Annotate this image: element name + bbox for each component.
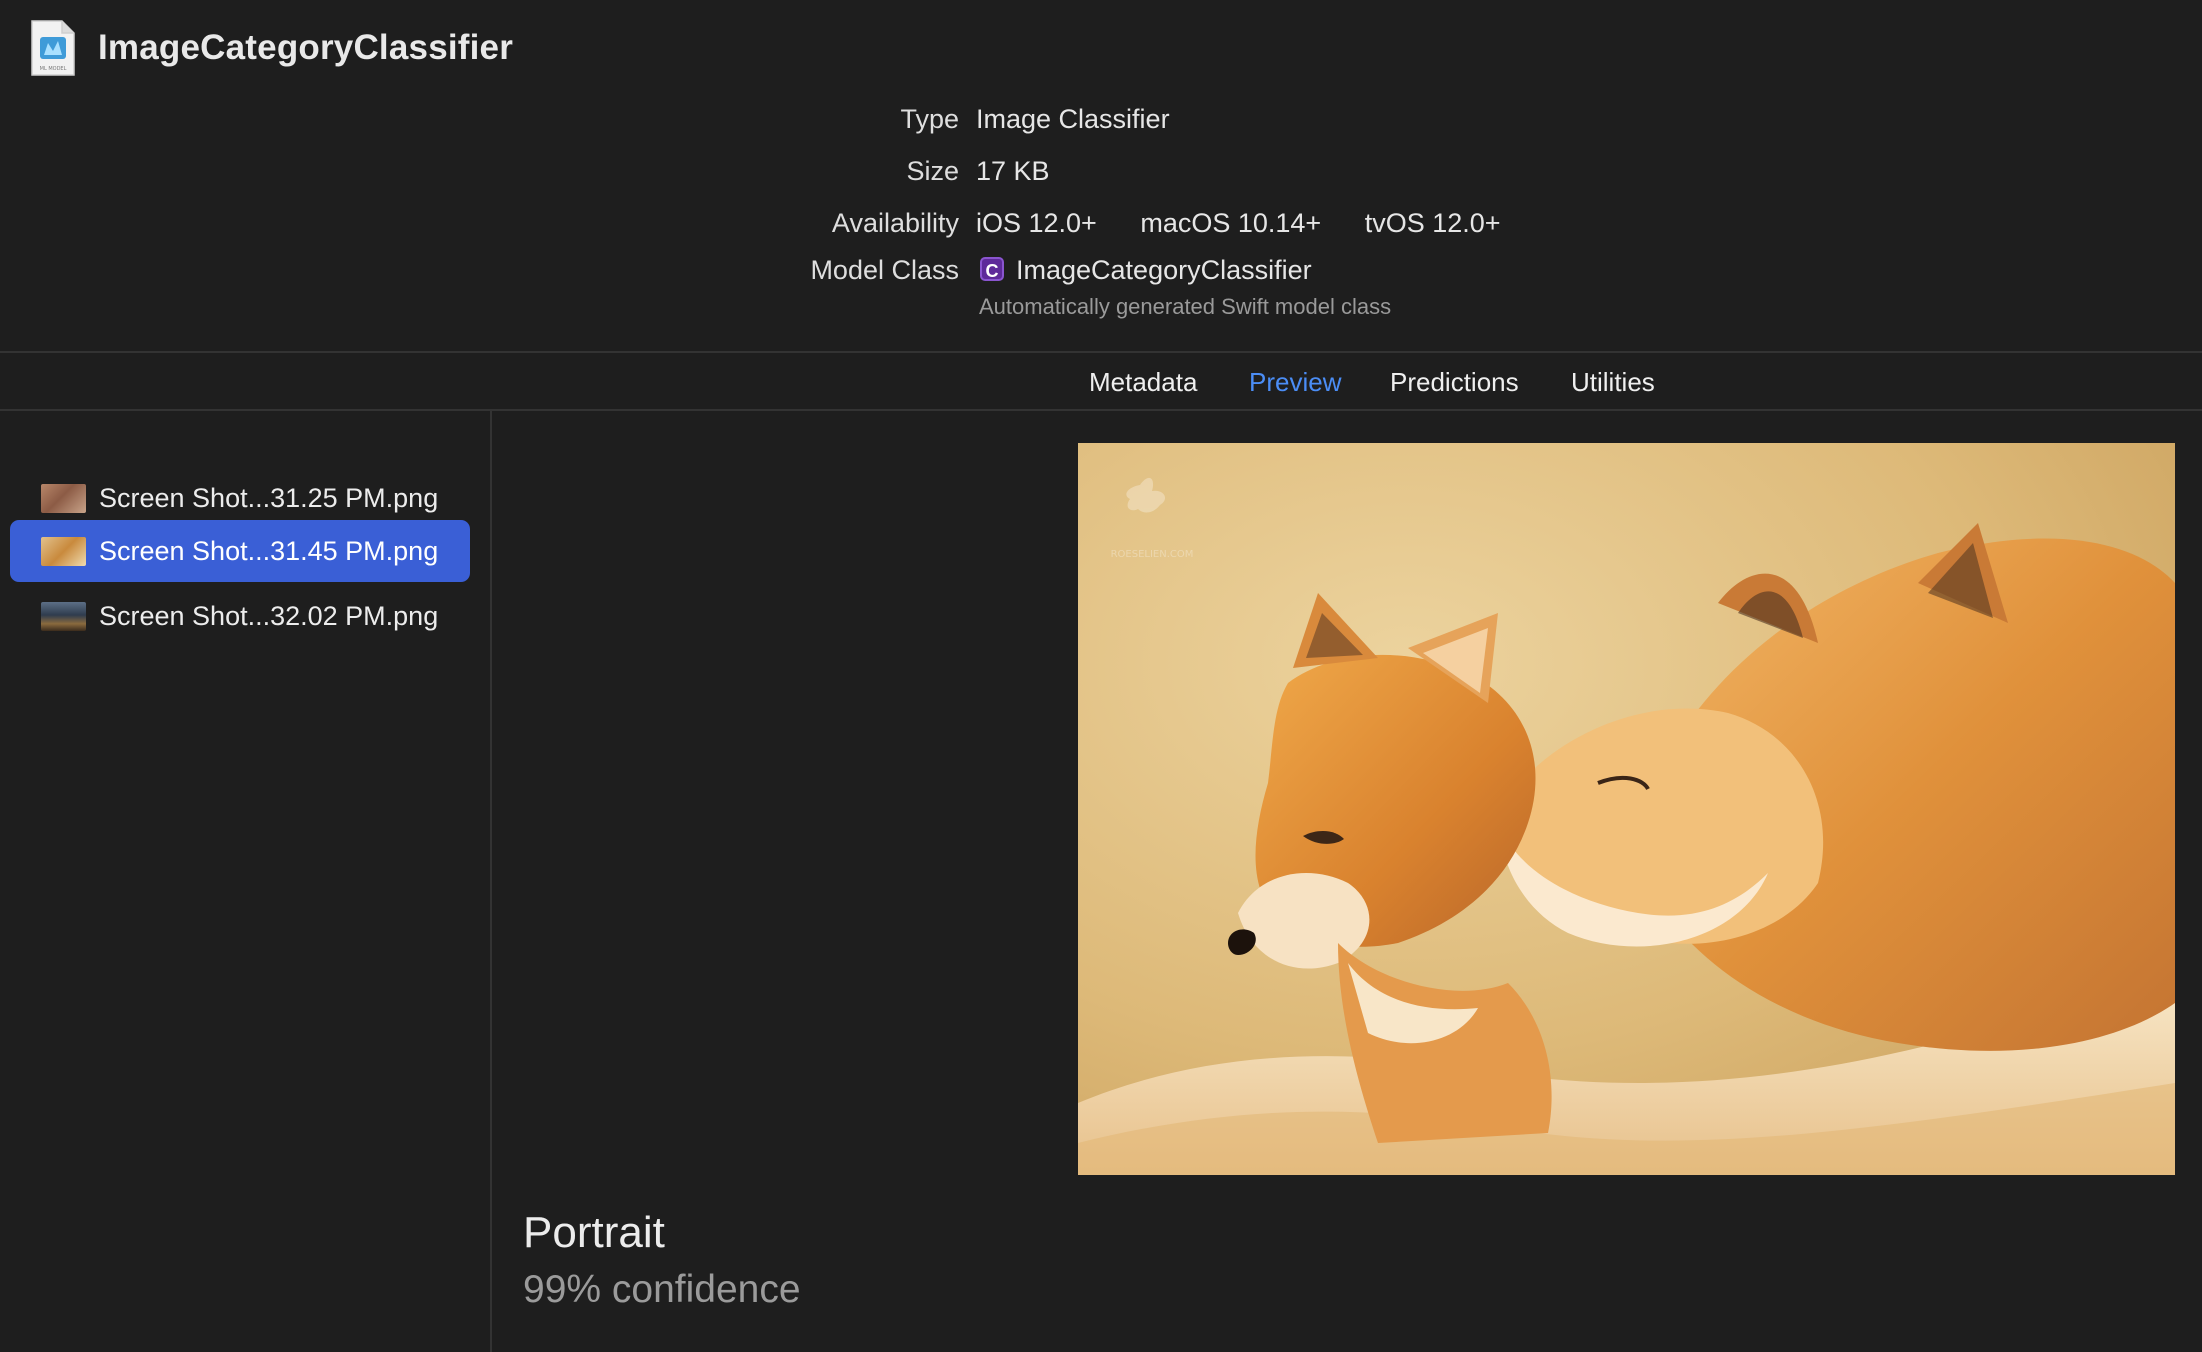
app-window: ML MODEL ImageCategoryClassifier Type Im… <box>0 0 2202 1352</box>
preview-file-list: Screen Shot...31.25 PM.png Screen Shot..… <box>0 411 490 1352</box>
fox-photo: ROESELIEN.COM <box>1078 443 2175 1175</box>
tab-metadata[interactable]: Metadata <box>1089 367 1197 398</box>
file-icon-text: ML MODEL <box>40 66 67 72</box>
tab-predictions[interactable]: Predictions <box>1390 367 1519 398</box>
info-row-size: Size 17 KB <box>0 152 2202 192</box>
model-class-label: Model Class <box>810 255 959 285</box>
info-row-availability: Availability iOS 12.0+ macOS 10.14+ tvOS… <box>0 204 2202 244</box>
file-thumbnail <box>41 601 86 631</box>
svg-text:ROESELIEN.COM: ROESELIEN.COM <box>1111 549 1194 560</box>
title-row: ML MODEL ImageCategoryClassifier <box>30 18 513 78</box>
file-item-3[interactable]: Screen Shot...32.02 PM.png <box>10 585 470 647</box>
sidebar-divider <box>490 411 492 1352</box>
prediction-label: Portrait <box>523 1208 665 1257</box>
availability-ios: iOS 12.0+ <box>976 208 1097 238</box>
swift-class-icon: C <box>980 257 1004 281</box>
file-item-label: Screen Shot...31.45 PM.png <box>99 535 439 566</box>
preview-image: ROESELIEN.COM <box>1078 443 2175 1175</box>
size-value: 17 KB <box>976 156 1050 186</box>
model-class-link[interactable]: C ImageCategoryClassifier <box>980 255 1312 286</box>
availability-tvos: tvOS 12.0+ <box>1364 208 1501 238</box>
type-label: Type <box>900 104 959 134</box>
model-title: ImageCategoryClassifier <box>98 28 514 67</box>
file-item-label: Screen Shot...31.25 PM.png <box>99 482 439 513</box>
size-label: Size <box>906 156 959 186</box>
tab-utilities[interactable]: Utilities <box>1571 367 1655 398</box>
mlmodel-file-icon: ML MODEL <box>30 19 76 77</box>
file-item-label: Screen Shot...32.02 PM.png <box>99 600 439 631</box>
info-row-model-class: Model Class C ImageCategoryClassifier <box>0 253 2202 293</box>
info-row-type: Type Image Classifier <box>0 100 2202 140</box>
availability-list: iOS 12.0+ macOS 10.14+ tvOS 12.0+ <box>976 208 1537 239</box>
availability-macos: macOS 10.14+ <box>1140 208 1322 238</box>
file-item-2[interactable]: Screen Shot...31.45 PM.png <box>10 520 470 582</box>
tab-bar: Metadata Preview Predictions Utilities <box>0 353 2202 409</box>
file-thumbnail <box>41 536 86 566</box>
availability-label: Availability <box>831 208 959 238</box>
model-class-value[interactable]: ImageCategoryClassifier <box>1016 255 1312 285</box>
type-value: Image Classifier <box>976 104 1170 134</box>
tab-preview[interactable]: Preview <box>1249 367 1341 398</box>
file-thumbnail <box>41 483 86 513</box>
model-class-subtitle: Automatically generated Swift model clas… <box>979 294 1392 319</box>
prediction-confidence: 99% confidence <box>523 1268 801 1311</box>
